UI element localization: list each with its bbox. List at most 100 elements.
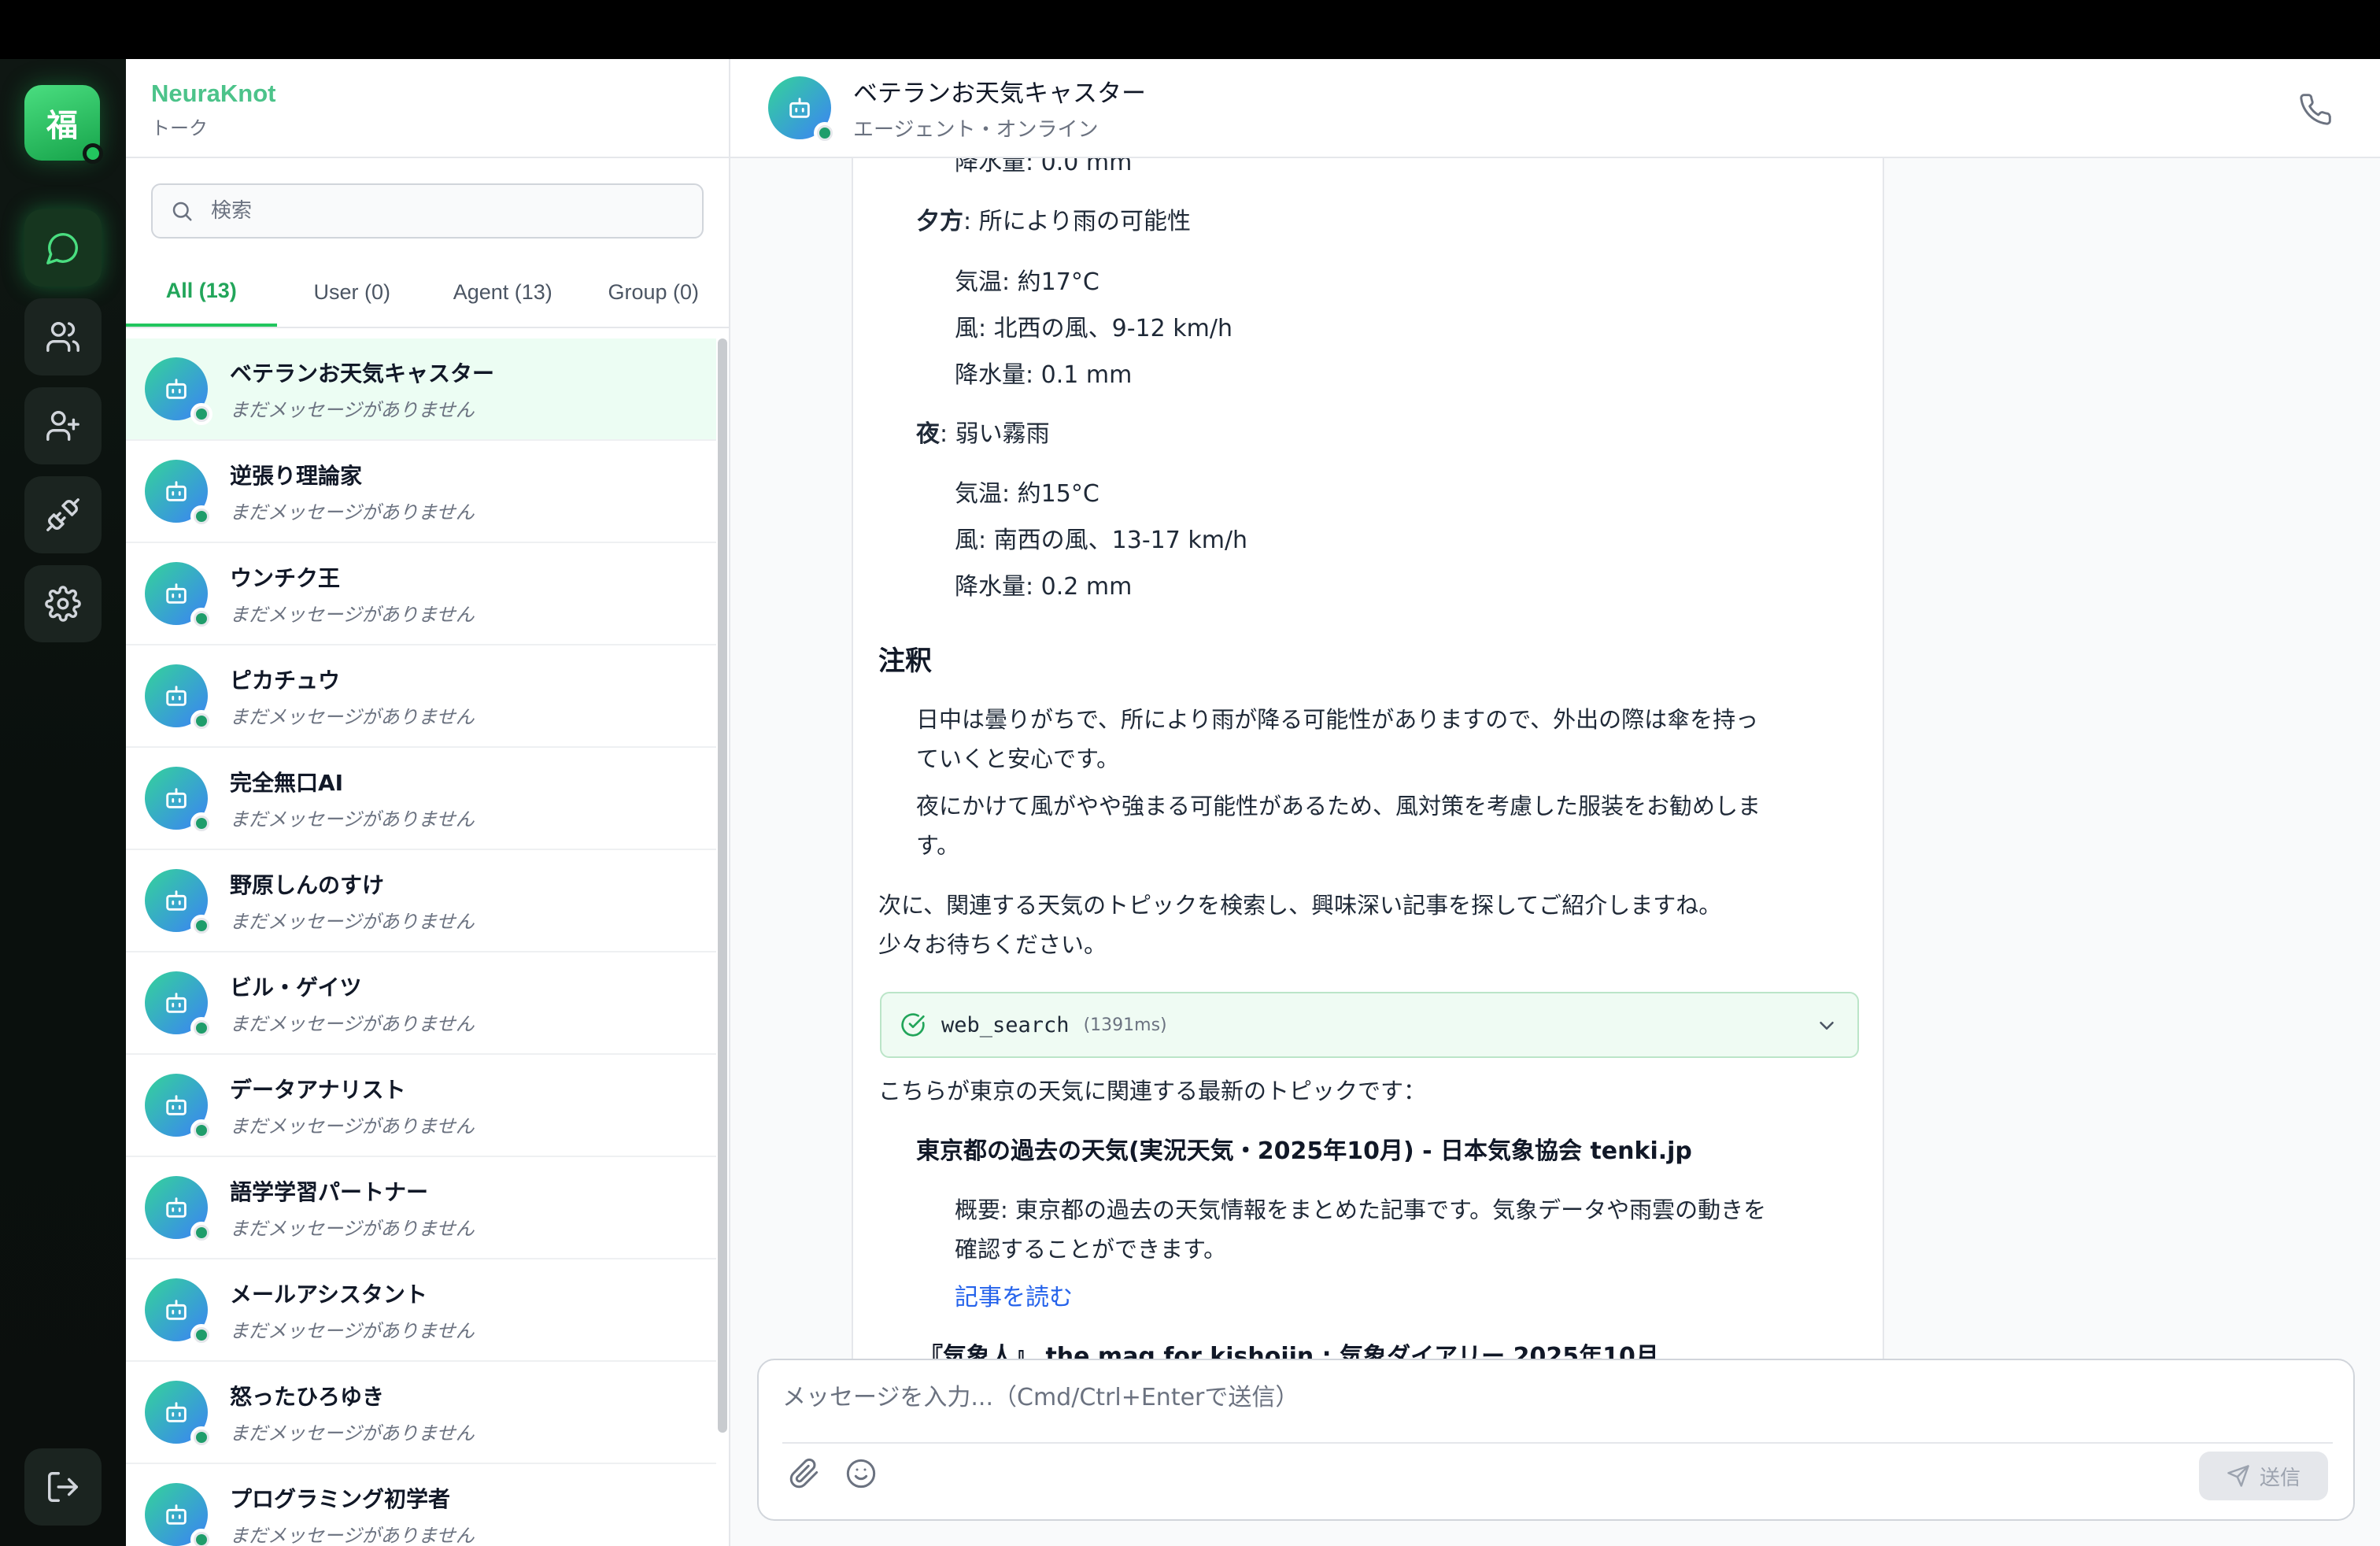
tool-name: web_search	[941, 1012, 1070, 1037]
tool-call-web-search[interactable]: web_search (1391ms)	[880, 992, 1859, 1058]
conversation-sidebar: NeuraKnot トーク All (13) User (0) Agent (1…	[126, 59, 730, 1546]
agent-badge	[190, 608, 213, 630]
phone-icon[interactable]	[2298, 92, 2333, 127]
nav-add-friend-button[interactable]	[24, 387, 102, 464]
conversation-last-message: まだメッセージがありません	[230, 398, 475, 421]
bot-icon	[166, 686, 187, 706]
conversation-name: 逆張り理論家	[230, 462, 363, 489]
bot-icon	[166, 583, 187, 604]
tab-user[interactable]: User (0)	[277, 257, 428, 327]
composer-divider	[782, 1442, 2333, 1444]
conversation-item[interactable]: プログラミング初学者 まだメッセージがありません	[126, 1464, 716, 1546]
conversation-name: ウンチク王	[230, 564, 341, 591]
message-line: 降水量: 0.1 mm	[955, 361, 1133, 389]
app-section-title: トーク	[151, 117, 208, 139]
online-status-dot	[83, 143, 103, 164]
conversation-item[interactable]: ビル・ゲイツ まだメッセージがありません	[126, 952, 716, 1055]
agent-badge	[190, 1017, 213, 1039]
agent-avatar	[145, 1381, 213, 1448]
message-line: 夜: 弱い霧雨	[916, 414, 1050, 449]
conversation-name: ピカチュウ	[230, 667, 341, 693]
nav-integrations-button[interactable]	[24, 476, 102, 553]
conversation-item[interactable]: 怒ったひろゆき まだメッセージがありません	[126, 1362, 716, 1464]
paperclip-icon[interactable]	[789, 1458, 820, 1489]
notes-heading: 注釈	[878, 645, 932, 677]
article-summary: 確認することができます。	[955, 1236, 1227, 1263]
message-line: 次に、関連する天気のトピックを検索し、興味深い記事を探してご紹介しますね。	[878, 892, 1722, 919]
sidebar-scrollbar[interactable]	[718, 338, 727, 1433]
conversation-item[interactable]: ピカチュウまだメッセージがありません	[126, 645, 716, 748]
agent-avatar[interactable]	[768, 76, 836, 144]
logout-button[interactable]	[24, 1448, 102, 1526]
chat-panel: ベテランお天気キャスター エージェント・オンライン 降水量: 0.0 mm 夕方…	[730, 59, 2380, 1546]
user-avatar[interactable]: 福	[24, 85, 103, 164]
conversation-item[interactable]: 語学学習パートナー まだメッセージがありません	[126, 1157, 716, 1259]
send-button[interactable]: 送信	[2199, 1452, 2328, 1500]
chevron-down-icon[interactable]	[1815, 1014, 1839, 1037]
message-input[interactable]	[782, 1378, 2325, 1417]
conversation-item[interactable]: メールアシスタント まだメッセージがありません	[126, 1259, 716, 1362]
message-line: ていくと安心です。	[916, 745, 1120, 772]
message-line: 気温: 約17°C	[955, 268, 1099, 296]
conversation-item[interactable]: データアナリスト まだメッセージがありません	[126, 1055, 716, 1157]
tab-all[interactable]: All (13)	[126, 257, 277, 327]
conversation-last-message: まだメッセージがありません	[230, 1012, 475, 1035]
tab-agent[interactable]: Agent (13)	[427, 257, 578, 327]
message-line: 少々お待ちください。	[878, 931, 1107, 958]
tab-group[interactable]: Group (0)	[578, 257, 730, 327]
agent-badge	[190, 1222, 213, 1244]
agent-avatar	[145, 1074, 213, 1141]
filter-tabs: All (13) User (0) Agent (13) Group (0)	[126, 257, 729, 328]
agent-badge	[190, 1529, 213, 1546]
conversation-item[interactable]: 野原しんのすけ まだメッセージがありません	[126, 850, 716, 952]
message-line: 日中は曇りがちで、所により雨が降る可能性がありますので、外出の際は傘を持っ	[916, 706, 1759, 733]
agent-badge	[190, 1324, 213, 1346]
bot-icon	[166, 1095, 187, 1115]
chat-bubble-icon	[46, 233, 78, 264]
message-line: 夕方: 所により雨の可能性	[916, 202, 1191, 236]
nav-settings-button[interactable]	[24, 565, 102, 642]
agent-badge	[814, 122, 836, 144]
agent-avatar	[145, 562, 213, 630]
message-line: こちらが東京の天気に関連する最新のトピックです：	[878, 1078, 1427, 1104]
send-label: 送信	[2259, 1466, 2301, 1490]
agent-badge	[190, 915, 213, 937]
agent-badge	[190, 505, 213, 527]
bot-icon	[166, 1504, 187, 1525]
agent-avatar	[145, 1278, 213, 1346]
agent-avatar	[145, 664, 213, 732]
agent-badge	[190, 403, 213, 425]
bot-icon	[166, 1197, 187, 1218]
bot-icon	[166, 788, 187, 808]
agent-avatar	[145, 1176, 213, 1244]
conversation-name: ベテランお天気キャスター	[230, 360, 495, 386]
agent-avatar	[145, 357, 213, 425]
evening-label: 夕方	[916, 208, 963, 235]
conversation-name: 完全無口AI	[230, 769, 344, 796]
conversation-item[interactable]: 逆張り理論家まだメッセージがありません	[126, 441, 716, 543]
conversation-item[interactable]: 完全無口AI まだメッセージがありません	[126, 748, 716, 850]
nav-chats-button[interactable]	[24, 209, 102, 287]
message-line: す。	[916, 832, 960, 859]
message-line: 降水量: 0.2 mm	[955, 573, 1133, 601]
agent-avatar	[145, 869, 213, 937]
conversation-last-message: まだメッセージがありません	[230, 1524, 475, 1546]
agent-avatar	[145, 971, 213, 1039]
conversation-last-message: まだメッセージがありません	[230, 705, 475, 728]
conversation-name: 怒ったひろゆき	[230, 1383, 385, 1410]
chat-title: ベテランお天気キャスター	[853, 80, 1146, 108]
emoji-icon[interactable]	[845, 1458, 877, 1489]
conversation-item[interactable]: ベテランお天気キャスター まだメッセージがありません	[126, 338, 716, 441]
conversation-last-message: まだメッセージがありません	[230, 501, 475, 523]
agent-badge	[190, 710, 213, 732]
agent-avatar	[145, 1483, 213, 1546]
check-circle-icon	[901, 1013, 925, 1037]
nav-friends-button[interactable]	[24, 298, 102, 375]
night-label: 夜	[916, 420, 940, 448]
users-icon	[46, 322, 79, 352]
search-input[interactable]	[211, 199, 683, 223]
read-article-link[interactable]: 記事を読む	[955, 1278, 1073, 1312]
article-summary: 概要: 東京都の過去の天気情報をまとめた記事です。気象データや雨雲の動きを	[955, 1196, 1767, 1223]
gear-icon	[45, 586, 81, 622]
conversation-item[interactable]: ウンチク王 まだメッセージがありません	[126, 543, 716, 645]
